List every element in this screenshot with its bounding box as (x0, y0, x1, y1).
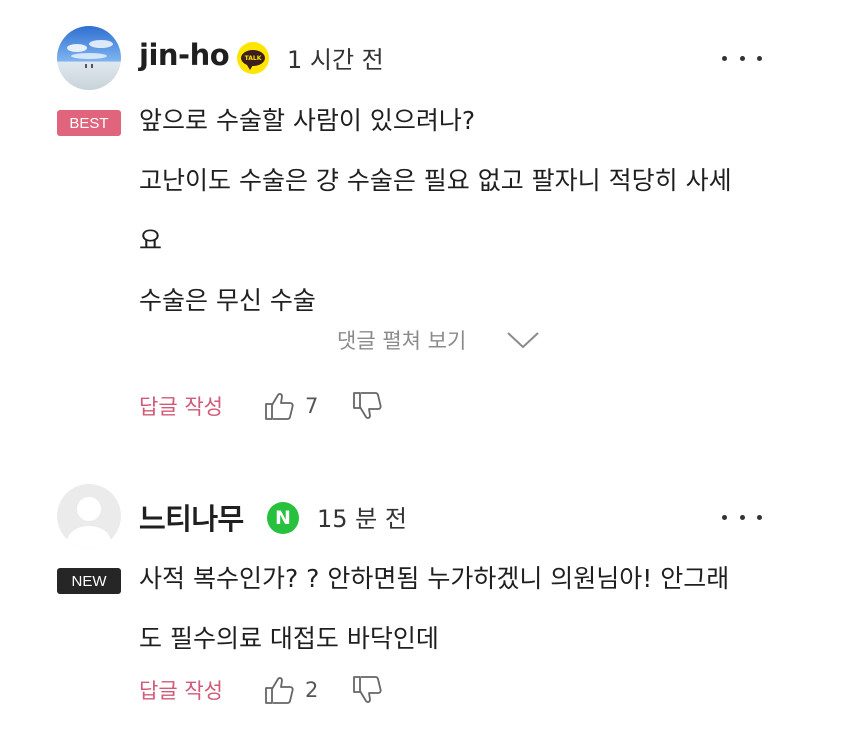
comment-text: 사적 복수인가? ? 안하면됨 누가하겠니 의원님아! 안그래 도 필수의료 대… (139, 549, 729, 669)
reply-button[interactable]: 답글 작성 (139, 675, 263, 705)
username[interactable]: jin-ho (139, 38, 230, 72)
comment-line: 수술은 무신 수술 (139, 286, 316, 315)
comment-line: 앞으로 수술할 사람이 있으려나? (139, 106, 476, 135)
thumbs-up-icon[interactable] (263, 675, 295, 705)
comment-text: 앞으로 수술할 사람이 있으려나? 고난이도 수술은 걍 수술은 필요 없고 팔… (139, 91, 732, 331)
comment-line: 요 (139, 226, 163, 255)
like-count: 7 (305, 394, 319, 418)
comment-time: 15 분 전 (317, 505, 407, 533)
naver-badge-text: N (275, 507, 291, 529)
chevron-down-icon (507, 332, 539, 349)
more-icon[interactable] (722, 507, 762, 527)
like-count: 2 (305, 678, 319, 702)
thumbs-down-icon[interactable] (351, 391, 383, 421)
more-icon[interactable] (722, 48, 762, 68)
comment-line: 사적 복수인가? ? 안하면됨 누가하겠니 의원님아! 안그래 (139, 564, 730, 593)
expand-replies-button[interactable]: 댓글 펼쳐 보기 (337, 325, 540, 355)
kakao-talk-icon: TALK (237, 42, 269, 74)
kakao-talk-badge-text: TALK (241, 50, 265, 70)
avatar[interactable] (57, 484, 121, 548)
reply-button[interactable]: 답글 작성 (139, 391, 263, 421)
comment-line: 고난이도 수술은 걍 수술은 필요 없고 팔자니 적당히 사세 (139, 166, 732, 195)
avatar[interactable] (57, 26, 121, 90)
new-badge: NEW (57, 568, 121, 594)
thumbs-down-icon[interactable] (351, 675, 383, 705)
comment-line: 도 필수의료 대접도 바닥인데 (139, 624, 439, 653)
naver-icon: N (267, 502, 299, 534)
comment-actions: 답글 작성 7 (139, 386, 383, 426)
comment-actions: 답글 작성 2 (139, 670, 383, 710)
comment-time: 1 시간 전 (287, 46, 384, 74)
expand-replies-label: 댓글 펼쳐 보기 (337, 329, 467, 353)
thumbs-up-icon[interactable] (263, 391, 295, 421)
username[interactable]: 느티나무 (139, 496, 244, 538)
best-badge: BEST (57, 110, 121, 136)
